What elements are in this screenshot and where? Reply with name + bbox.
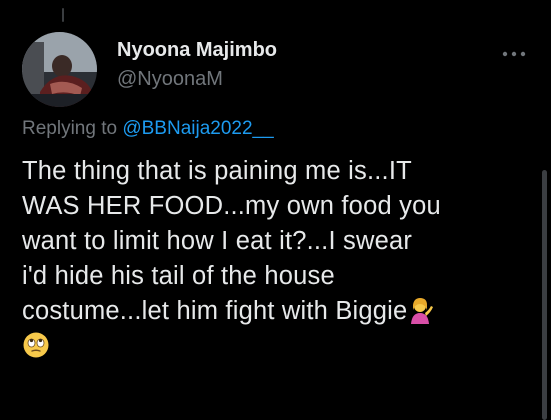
replying-prefix: Replying to — [22, 118, 118, 139]
tweet-text-line: want to limit how I eat it?...I swear — [22, 227, 413, 255]
thread-connector-line — [62, 8, 64, 22]
avatar-image — [22, 32, 97, 107]
user-handle[interactable]: @NyoonaM — [117, 66, 277, 92]
face-with-rolling-eyes-emoji-icon — [22, 331, 50, 359]
tweet-text-line: i'd hide his tail of the house — [22, 262, 335, 290]
avatar[interactable] — [22, 32, 97, 107]
tweet-text-line-emoji — [22, 329, 534, 364]
woman-tipping-hand-emoji-icon — [407, 296, 435, 324]
user-info: Nyoona Majimbo @NyoonaM — [117, 38, 277, 92]
scrollbar[interactable] — [542, 170, 547, 420]
tweet-text-line: The thing that is paining me is...IT — [22, 157, 412, 185]
tweet-text-line-last: costume...let him fight with Biggie — [22, 294, 534, 329]
display-name[interactable]: Nyoona Majimbo — [117, 38, 277, 62]
more-options-button[interactable] — [497, 44, 531, 64]
tweet-text: The thing that is paining me is...IT WAS… — [22, 154, 534, 364]
replying-mention-link[interactable]: @BBNaija2022__ — [122, 118, 273, 139]
tweet-text-segment: costume...let him fight with Biggie — [22, 297, 408, 325]
more-horizontal-icon — [502, 51, 526, 57]
replying-to: Replying to @BBNaija2022__ — [22, 116, 274, 142]
tweet-text-line: WAS HER FOOD...my own food you — [22, 192, 441, 220]
